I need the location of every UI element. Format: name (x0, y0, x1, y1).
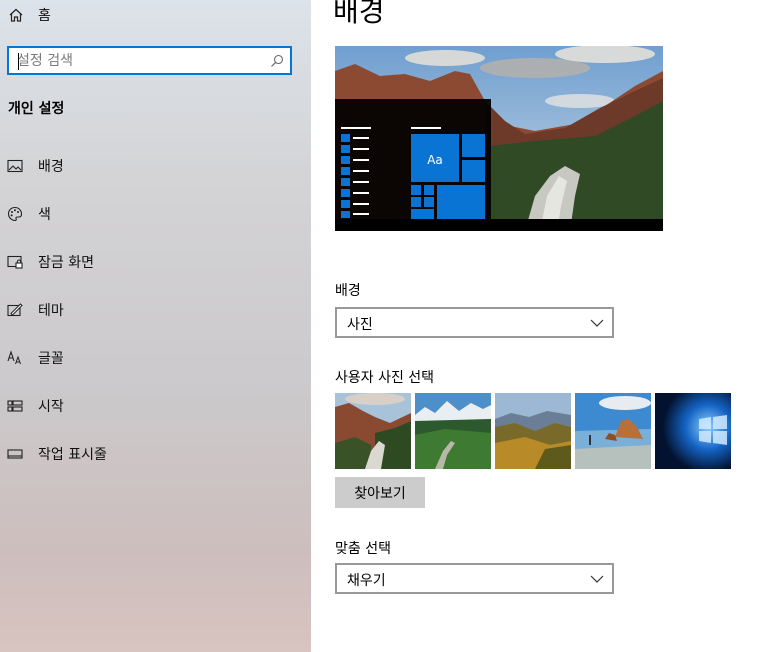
theme-icon (7, 303, 23, 317)
photo-thumbnail-hills[interactable] (495, 393, 571, 469)
sidebar-item-background[interactable]: 배경 (0, 146, 311, 186)
search-input[interactable] (17, 50, 267, 71)
photo-thumbnail-beach[interactable] (575, 393, 651, 469)
sidebar-item-lock-screen[interactable]: 잠금 화면 (0, 242, 311, 282)
fit-value: 채우기 (347, 573, 386, 589)
sidebar-item-label: 배경 (38, 159, 64, 175)
home-icon (9, 8, 23, 22)
fit-dropdown[interactable]: 채우기 (335, 563, 614, 594)
start-icon (7, 400, 23, 412)
sidebar-item-label: 작업 표시줄 (38, 447, 107, 463)
photo-thumbnail-windows[interactable] (655, 393, 731, 469)
preview-tile-text: Aa (427, 153, 443, 167)
choose-photo-label: 사용자 사진 선택 (335, 370, 435, 386)
background-value: 사진 (347, 317, 373, 333)
fit-label: 맞춤 선택 (335, 541, 391, 557)
chevron-down-icon (590, 575, 604, 583)
search-icon[interactable] (270, 54, 284, 68)
home-label: 홈 (38, 8, 51, 24)
background-label: 배경 (335, 283, 361, 299)
sidebar-item-label: 글꼴 (38, 351, 64, 367)
photo-thumbnail-valley[interactable] (415, 393, 491, 469)
sidebar-item-label: 시작 (38, 399, 64, 415)
photo-thumbnail-canyon[interactable] (335, 393, 411, 469)
sidebar-item-fonts[interactable]: 글꼴 (0, 338, 311, 378)
sidebar: 홈 개인 설정 배경 색 잠금 화면 (0, 0, 311, 652)
desktop-preview: Aa (335, 46, 663, 231)
sidebar-item-theme[interactable]: 테마 (0, 290, 311, 330)
preview-image: Aa (335, 46, 663, 231)
page-title: 배경 (333, 0, 385, 28)
sidebar-item-color[interactable]: 색 (0, 194, 311, 234)
background-dropdown[interactable]: 사진 (335, 307, 614, 338)
picture-icon (7, 159, 23, 173)
sidebar-item-label: 잠금 화면 (38, 255, 94, 271)
sidebar-item-start[interactable]: 시작 (0, 386, 311, 426)
chevron-down-icon (590, 319, 604, 327)
browse-button[interactable]: 찾아보기 (335, 477, 425, 508)
main-content: 배경 Aa 배경 사진 사용자 사진 선택 찾아보기 맞춤 선택 채우기 (311, 0, 779, 652)
section-title: 개인 설정 (8, 101, 65, 117)
sidebar-item-taskbar[interactable]: 작업 표시줄 (0, 434, 311, 474)
home-link[interactable]: 홈 (8, 4, 51, 26)
text-caret (18, 53, 19, 70)
font-icon (7, 350, 21, 365)
sidebar-item-label: 테마 (38, 303, 64, 319)
sidebar-item-label: 색 (38, 207, 51, 223)
taskbar-icon (7, 449, 23, 459)
search-box[interactable] (7, 46, 292, 75)
lock-screen-icon (7, 255, 23, 269)
palette-icon (7, 206, 23, 222)
